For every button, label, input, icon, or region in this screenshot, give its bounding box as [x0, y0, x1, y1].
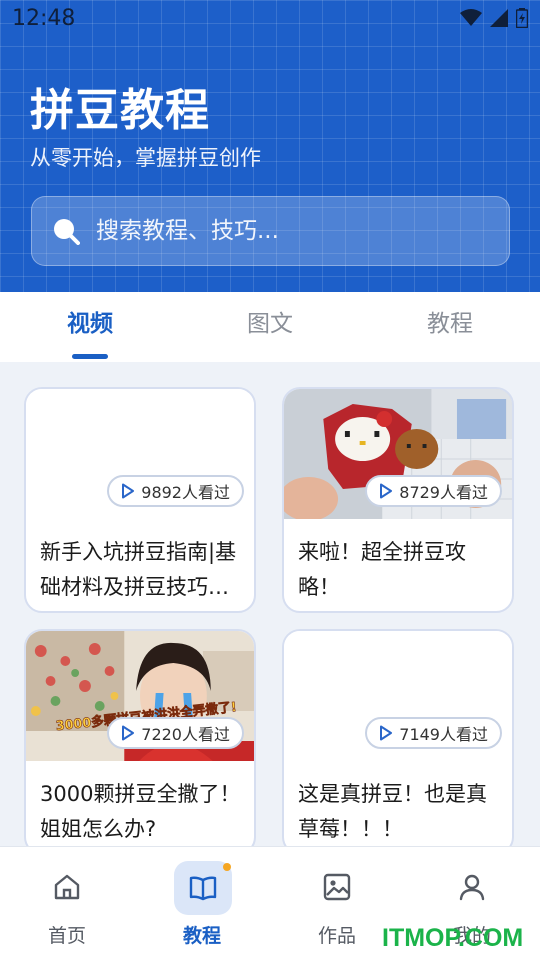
- nav-label: 教程: [182, 925, 221, 947]
- nav-label: 首页: [47, 925, 86, 947]
- play-icon: [122, 483, 135, 499]
- view-count: 8729人看过: [399, 483, 488, 502]
- user-icon: [448, 863, 496, 911]
- view-count-badge: 7149人看过: [365, 717, 502, 749]
- video-card[interactable]: 8729人看过 来啦！超全拼豆攻略！: [282, 387, 514, 613]
- content-tabs: 视频 图文 教程: [0, 292, 540, 362]
- active-tab-indicator: [72, 354, 108, 359]
- tab-tutorial[interactable]: 教程: [390, 292, 510, 362]
- nav-tutorial[interactable]: 教程: [152, 847, 252, 960]
- nav-works[interactable]: 作品: [287, 847, 387, 960]
- video-card[interactable]: 3000多颗拼豆被洪洪全弄撒了! 7220人看过 3000颗拼豆全撒了！姐姐怎么…: [24, 629, 256, 855]
- home-icon: [43, 863, 91, 911]
- search-icon: [54, 219, 80, 245]
- video-card[interactable]: 7149人看过 这是真拼豆！也是真草莓！！！: [282, 629, 514, 855]
- wifi-icon: [460, 9, 482, 26]
- notification-dot: [223, 863, 231, 871]
- view-count: 7220人看过: [141, 725, 230, 744]
- view-count: 9892人看过: [141, 483, 230, 502]
- search-bar[interactable]: [31, 196, 510, 266]
- nav-home[interactable]: 首页: [17, 847, 117, 960]
- nav-label: 作品: [317, 925, 356, 947]
- tab-video[interactable]: 视频: [30, 292, 150, 362]
- page-subtitle: 从零开始，掌握拼豆创作: [30, 146, 261, 170]
- view-count-badge: 7220人看过: [107, 717, 244, 749]
- view-count-badge: 8729人看过: [365, 475, 502, 507]
- view-count-badge: 9892人看过: [107, 475, 244, 507]
- watermark: ITMOP.COM: [382, 924, 524, 952]
- battery-icon: [516, 8, 528, 28]
- signal-icon: [490, 9, 508, 27]
- play-icon: [380, 725, 393, 741]
- video-card[interactable]: 9892人看过 新手入坑拼豆指南|基础材料及拼豆技巧分享: [24, 387, 256, 613]
- status-icons: [460, 8, 528, 28]
- view-count: 7149人看过: [399, 725, 488, 744]
- video-title: 3000颗拼豆全撒了！姐姐怎么办?: [40, 782, 241, 841]
- play-icon: [380, 483, 393, 499]
- video-title: 这是真拼豆！也是真草莓！！！: [298, 782, 487, 841]
- image-icon: [313, 863, 361, 911]
- status-bar: 12:48: [0, 0, 540, 38]
- tab-article[interactable]: 图文: [210, 292, 330, 362]
- video-title: 来啦！超全拼豆攻略！: [298, 540, 466, 599]
- hero-header: 12:48 拼豆教程 从零开始，掌握拼豆创作: [0, 0, 540, 292]
- status-time: 12:48: [12, 6, 76, 31]
- play-icon: [122, 725, 135, 741]
- search-input[interactable]: [96, 197, 509, 265]
- video-title: 新手入坑拼豆指南|基础材料及拼豆技巧分享: [40, 540, 237, 599]
- page-title: 拼豆教程: [30, 85, 210, 136]
